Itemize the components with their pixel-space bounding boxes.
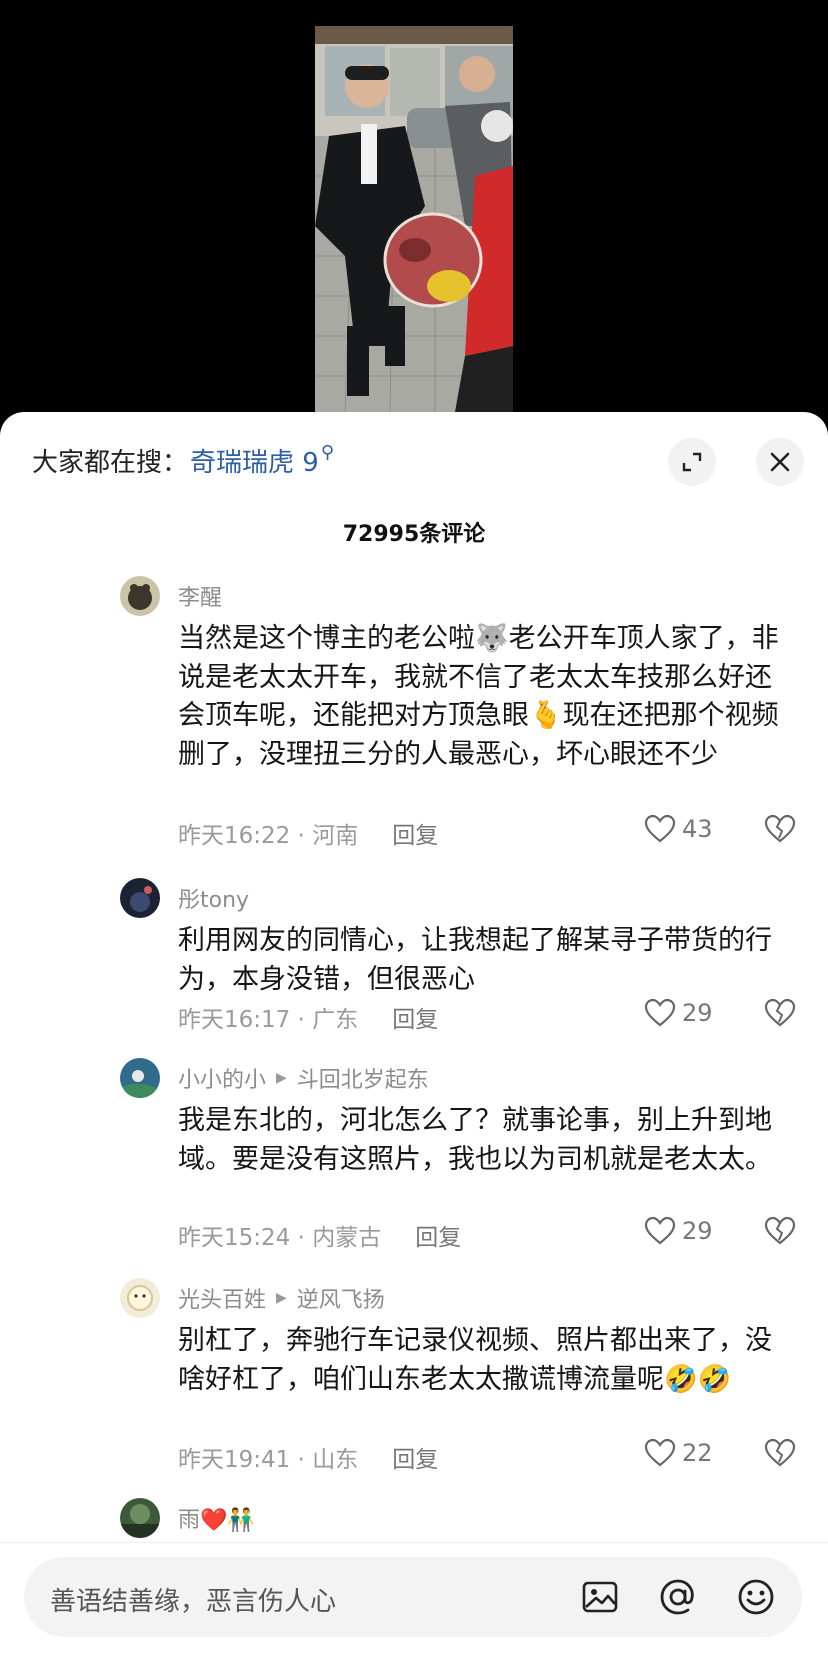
comment-username[interactable]: 雨❤️👬 xyxy=(178,1502,255,1534)
like-button[interactable]: 29 xyxy=(644,998,713,1028)
broken-heart-icon xyxy=(764,1216,796,1245)
at-icon xyxy=(660,1579,694,1615)
image-icon xyxy=(582,1581,618,1613)
comment-time-location: 昨天19:41 · 山东 xyxy=(178,1447,359,1473)
heart-icon xyxy=(644,814,676,843)
reply-to-username[interactable]: 逆风飞扬 xyxy=(297,1282,385,1314)
image-button[interactable] xyxy=(578,1575,622,1619)
dislike-button[interactable] xyxy=(764,814,796,848)
like-count: 29 xyxy=(682,1217,713,1245)
broken-heart-icon xyxy=(764,1438,796,1467)
reply-arrow-icon: ▶ xyxy=(276,1070,287,1086)
trending-search-keyword[interactable]: 奇瑞瑞虎 9 xyxy=(190,442,319,479)
expand-icon xyxy=(682,452,702,472)
video-frame[interactable] xyxy=(315,26,513,412)
comment-text: 利用网友的同情心，让我想起了解某寻子带货的行为，本身没错，但很恶心 xyxy=(178,925,772,995)
comment-input-bar: 善语结善缘，恶言伤人心 xyxy=(0,1542,828,1657)
comment-item: 雨❤️👬 xyxy=(0,1498,828,1548)
comment-username[interactable]: 彤tony xyxy=(178,882,249,914)
avatar[interactable] xyxy=(120,1498,160,1538)
comment-input-placeholder: 善语结善缘，恶言伤人心 xyxy=(50,1587,337,1617)
comment-time-location: 昨天15:24 · 内蒙古 xyxy=(178,1225,382,1251)
comment-time-location: 昨天16:22 · 河南 xyxy=(178,823,359,849)
video-area[interactable] xyxy=(0,0,828,420)
heart-icon xyxy=(644,1438,676,1467)
trending-search-prefix: 大家都在搜： xyxy=(32,447,189,478)
avatar[interactable] xyxy=(120,878,160,918)
like-count: 29 xyxy=(682,999,713,1027)
reply-button[interactable]: 回复 xyxy=(415,1218,461,1252)
comment-sheet: 大家都在搜： 奇瑞瑞虎 9 ⚲ 72995条评论 李醒 当然是这个博主的老公啦🐺… xyxy=(0,412,828,1656)
comment-text: 我是东北的，河北怎么了？就事论事，别上升到地域。要是没有这照片，我也以为司机就是… xyxy=(178,1105,772,1175)
comment-item: 彤tony 利用网友的同情心，让我想起了解某寻子带货的行为，本身没错，但很恶心 … xyxy=(0,878,828,1033)
heart-icon xyxy=(644,998,676,1027)
broken-heart-icon xyxy=(764,998,796,1027)
avatar[interactable] xyxy=(120,1278,160,1318)
trending-search[interactable]: 大家都在搜： 奇瑞瑞虎 9 ⚲ xyxy=(32,440,334,480)
like-count: 43 xyxy=(682,815,713,843)
dislike-button[interactable] xyxy=(764,1438,796,1472)
like-button[interactable]: 43 xyxy=(644,814,713,844)
comment-username[interactable]: 李醒 xyxy=(178,580,222,612)
avatar[interactable] xyxy=(120,576,160,616)
comment-time-location: 昨天16:17 · 广东 xyxy=(178,1007,359,1033)
mention-button[interactable] xyxy=(656,1575,700,1619)
avatar[interactable] xyxy=(120,1058,160,1098)
broken-heart-icon xyxy=(764,814,796,843)
dislike-button[interactable] xyxy=(764,998,796,1032)
comment-item: 小小的小 ▶ 斗回北岁起东 我是东北的，河北怎么了？就事论事，别上升到地域。要是… xyxy=(0,1058,828,1251)
video-thumbnail xyxy=(315,26,513,412)
like-button[interactable]: 22 xyxy=(644,1438,713,1468)
comment-text: 别杠了，奔驰行车记录仪视频、照片都出来了，没啥好杠了，咱们山东老太太撒谎博流量呢… xyxy=(178,1325,772,1395)
like-count: 22 xyxy=(682,1439,713,1467)
comments-count: 72995条评论 xyxy=(342,522,486,547)
comment-input[interactable]: 善语结善缘，恶言伤人心 xyxy=(24,1557,802,1637)
comment-username[interactable]: 小小的小 xyxy=(178,1062,266,1094)
close-icon xyxy=(770,452,790,472)
like-button[interactable]: 29 xyxy=(644,1216,713,1246)
expand-button[interactable] xyxy=(668,438,716,486)
comment-item: 李醒 当然是这个博主的老公啦🐺老公开车顶人家了，非说是老太太开车，我就不信了老太… xyxy=(0,576,828,849)
comment-username[interactable]: 光头百姓 xyxy=(178,1282,266,1314)
emoji-button[interactable] xyxy=(734,1575,778,1619)
dislike-button[interactable] xyxy=(764,1216,796,1250)
reply-button[interactable]: 回复 xyxy=(392,1440,438,1474)
comment-item: 光头百姓 ▶ 逆风飞扬 别杠了，奔驰行车记录仪视频、照片都出来了，没啥好杠了，咱… xyxy=(0,1278,828,1478)
smiley-icon xyxy=(738,1579,774,1615)
reply-button[interactable]: 回复 xyxy=(392,816,438,850)
close-button[interactable] xyxy=(756,438,804,486)
comment-text: 当然是这个博主的老公啦🐺老公开车顶人家了，非说是老太太开车，我就不信了老太太车技… xyxy=(178,623,779,770)
search-icon: ⚲ xyxy=(320,441,335,463)
reply-arrow-icon: ▶ xyxy=(276,1290,287,1306)
heart-icon xyxy=(644,1216,676,1245)
reply-button[interactable]: 回复 xyxy=(392,1000,438,1034)
reply-to-username[interactable]: 斗回北岁起东 xyxy=(297,1062,429,1094)
